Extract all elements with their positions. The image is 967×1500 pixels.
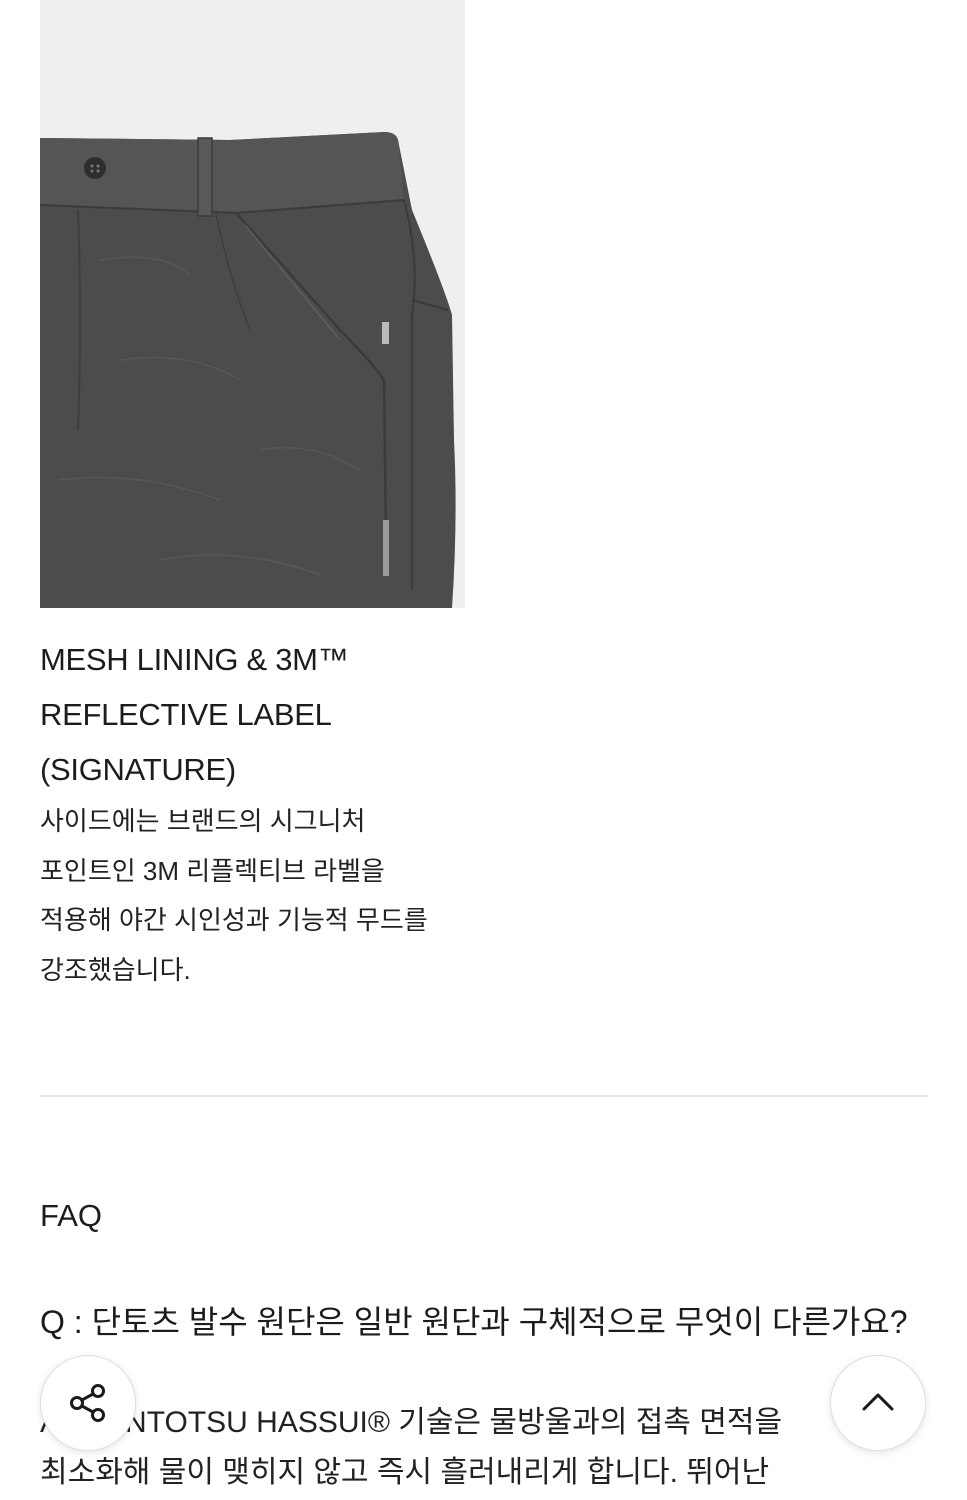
feature-description-line: 강조했습니다. [40,954,191,985]
product-image [40,0,465,608]
feature-title-line: MESH LINING & 3M™ [40,642,349,677]
feature-description: 사이드에는 브랜드의 시그니처 포인트인 3M 리플렉티브 라벨을 적용해 야간… [40,797,480,995]
chevron-up-icon [862,1393,894,1411]
faq-answer-line: A : DANTOTSU HASSUI® 기술은 물방울과의 접촉 면적을 [40,1406,783,1439]
feature-title-line: (SIGNATURE) [40,752,236,787]
feature-title: MESH LINING & 3M™ REFLECTIVE LABEL (SIGN… [40,632,480,797]
share-button[interactable] [40,1355,136,1451]
feature-description-line: 적용해 야간 시인성과 기능적 무드를 [40,905,428,935]
scroll-to-top-button[interactable] [830,1355,926,1451]
feature-description-line: 사이드에는 브랜드의 시그니처 [40,806,366,836]
pants-detail-illustration [40,132,456,608]
faq-answer: A : DANTOTSU HASSUI® 기술은 물방울과의 접촉 면적을 최소… [40,1398,940,1498]
share-icon [70,1384,105,1422]
faq-heading: FAQ [40,1198,103,1233]
faq-question: Q : 단토츠 발수 원단은 일반 원단과 구체적으로 무엇이 다른가요? [40,1304,908,1340]
feature-description-line: 포인트인 3M 리플렉티브 라벨을 [40,855,385,886]
faq-answer-line: 최소화해 물이 맺히지 않고 즉시 흘러내리게 합니다. 뛰어난 [40,1456,770,1489]
feature-title-line: REFLECTIVE LABEL [40,697,332,732]
section-divider [40,1095,928,1097]
